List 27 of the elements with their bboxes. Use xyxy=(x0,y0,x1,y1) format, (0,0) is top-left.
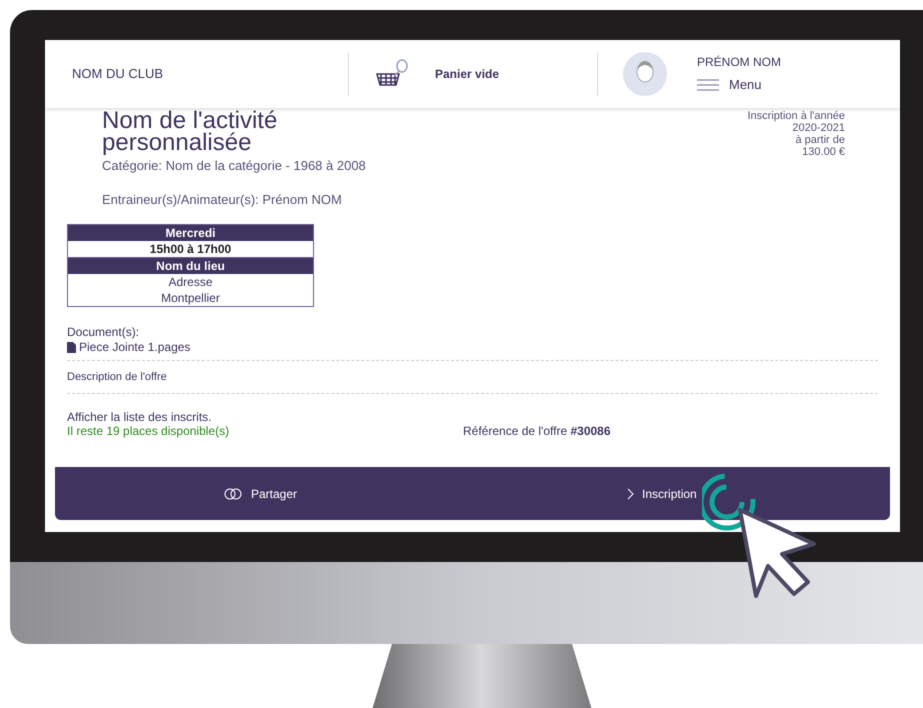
rings-icon xyxy=(223,488,243,500)
price-info: 2020-2021 xyxy=(792,122,845,134)
share-button[interactable]: Partager xyxy=(223,484,298,502)
document-link[interactable]: Piece Jointe 1.pages xyxy=(67,340,878,355)
documents-label: Document(s): xyxy=(67,325,140,340)
menu-button[interactable]: Menu xyxy=(697,75,781,95)
avatar-icon[interactable] xyxy=(623,52,667,96)
offer-reference: Référence de l'offre #30086 xyxy=(463,424,611,438)
availability-text: Il reste 19 places disponible(s) xyxy=(67,424,230,438)
schedule-row: Mercredi xyxy=(68,225,313,241)
price-info: 130.00 € xyxy=(802,146,845,158)
cart-status[interactable]: Panier vide xyxy=(435,65,500,83)
activity-category: Catégorie: Nom de la catégorie - 1968 à 2008 xyxy=(102,157,367,175)
file-icon xyxy=(67,342,76,353)
chevron-icon xyxy=(627,488,634,500)
registrants-link[interactable]: Afficher la liste des inscrits. xyxy=(67,410,463,424)
menu-icon xyxy=(697,79,719,91)
schedule-row: 15h00 à 17h00 xyxy=(68,241,313,258)
price-info: Inscription à l'année xyxy=(748,110,845,122)
activity-trainers: Entraineur(s)/Animateur(s): Prénom NOM xyxy=(102,190,343,209)
user-name: PRÉNOM NOM xyxy=(697,54,781,72)
activity-title: Nom de l'activité personnalisée xyxy=(102,110,278,154)
price-info: à partir de xyxy=(795,134,845,146)
club-name[interactable]: NOM DU CLUB xyxy=(72,66,164,81)
schedule-row: Nom du lieu xyxy=(68,258,313,274)
offer-description[interactable]: Description de l'offre xyxy=(67,361,878,393)
register-button[interactable]: Inscription xyxy=(627,484,697,502)
